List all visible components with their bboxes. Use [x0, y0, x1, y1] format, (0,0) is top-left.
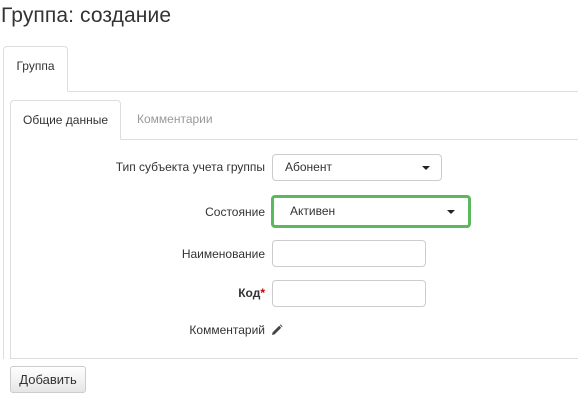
subject-type-value: Абонент [285, 160, 332, 174]
outer-tab-bar: Группа [0, 46, 578, 92]
state-select[interactable]: Активен [277, 199, 467, 224]
add-button[interactable]: Добавить [10, 366, 86, 393]
page-title: Группа: создание [1, 4, 172, 27]
tab-group[interactable]: Группа [3, 46, 68, 92]
subject-type-label: Тип субъекта учета группы [115, 160, 265, 174]
chevron-down-icon [447, 209, 455, 214]
code-label: Код* [238, 286, 265, 300]
comment-label: Комментарий [189, 323, 265, 337]
state-label: Состояние [205, 205, 265, 219]
chevron-down-icon [422, 165, 430, 170]
name-label: Наименование [181, 247, 265, 261]
name-input[interactable] [272, 240, 426, 267]
state-value: Активен [290, 204, 336, 218]
code-input[interactable] [272, 280, 426, 307]
required-asterisk: * [260, 286, 265, 300]
pencil-icon[interactable] [271, 323, 283, 335]
code-label-text: Код [238, 286, 261, 300]
subject-type-select[interactable]: Абонент [272, 154, 442, 181]
tab-comments[interactable]: Комментарии [137, 100, 213, 140]
tab-general-data[interactable]: Общие данные [10, 100, 121, 140]
